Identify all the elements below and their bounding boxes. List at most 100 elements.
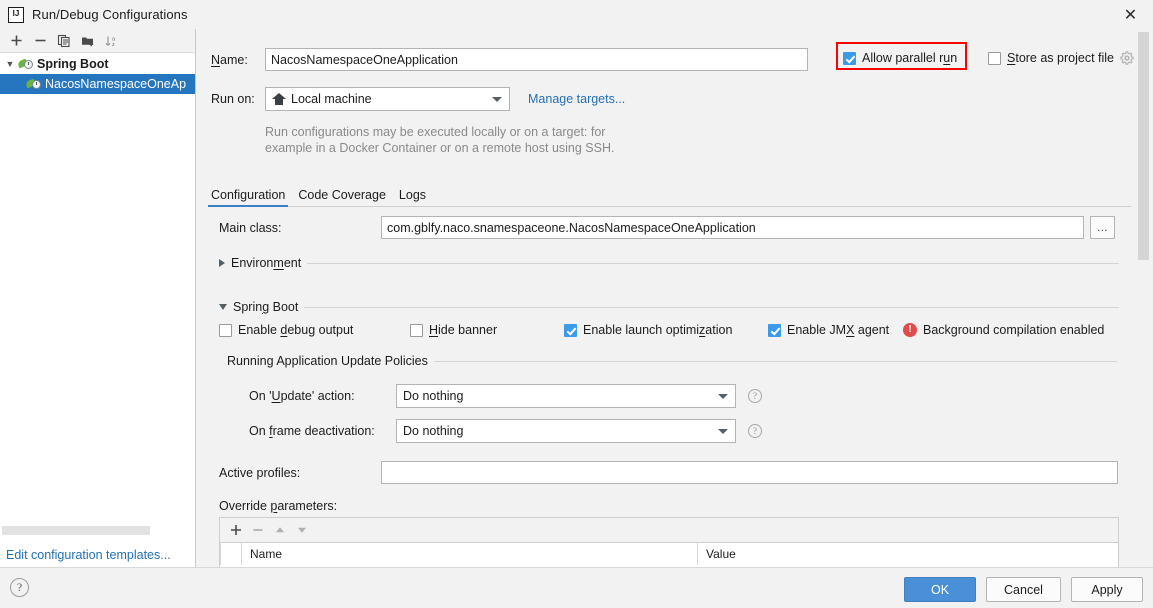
- gear-icon[interactable]: [1120, 51, 1134, 65]
- tree-group-spring-boot[interactable]: ▼ Spring Boot: [0, 54, 195, 74]
- tab-configuration[interactable]: Configuration: [207, 188, 289, 207]
- dialog-footer: ? OK Cancel Apply: [0, 567, 1153, 608]
- enable-jmx-agent-checkbox[interactable]: Enable JMX agent: [768, 323, 889, 337]
- run-on-hint-line-2: example in a Docker Container or on a re…: [265, 141, 615, 155]
- table-gutter: [221, 543, 241, 565]
- enable-launch-optimization-label: Enable launch optimization: [583, 323, 733, 337]
- enable-jmx-agent-checkbox-box[interactable]: [768, 323, 781, 337]
- background-compilation-status: Background compilation enabled: [903, 322, 1105, 337]
- name-input[interactable]: NacosNamespaceOneApplication: [265, 48, 808, 71]
- chevron-down-icon[interactable]: ▼: [2, 56, 18, 72]
- cancel-button[interactable]: Cancel: [986, 577, 1061, 602]
- tree-item-nacos-namespace-one[interactable]: NacosNamespaceOneAp: [0, 74, 195, 94]
- table-column-value[interactable]: Value: [698, 543, 1118, 565]
- ok-button[interactable]: OK: [904, 577, 976, 602]
- enable-launch-optimization-checkbox[interactable]: Enable launch optimization: [564, 323, 732, 337]
- on-update-action-row: On 'Update' action: Do nothing ?: [249, 384, 762, 408]
- active-profiles-input[interactable]: [381, 461, 1118, 484]
- run-on-row: Run on: Local machine Manage targets...: [211, 87, 625, 111]
- on-frame-deactivation-help-icon[interactable]: ?: [748, 424, 762, 438]
- section-divider: [433, 360, 1117, 362]
- run-on-hint-line-1: Run configurations may be executed local…: [265, 125, 606, 139]
- override-parameters-table: Name Value: [219, 542, 1119, 570]
- svg-text:z: z: [112, 42, 115, 48]
- title-bar: Run/Debug Configurations ✕: [0, 0, 1153, 29]
- remove-parameter-button[interactable]: [248, 520, 268, 540]
- background-compilation-label: Background compilation enabled: [923, 323, 1105, 337]
- hide-banner-label: Hide banner: [429, 323, 498, 337]
- error-icon: [903, 322, 917, 337]
- move-parameter-down-button[interactable]: [292, 520, 312, 540]
- on-frame-deactivation-dropdown[interactable]: Do nothing: [396, 419, 736, 443]
- close-icon[interactable]: ✕: [1108, 0, 1153, 29]
- run-on-value: Local machine: [291, 92, 372, 106]
- enable-debug-output-checkbox[interactable]: Enable debug output: [219, 323, 353, 337]
- hide-banner-checkbox[interactable]: Hide banner: [410, 323, 497, 337]
- dialog-title: Run/Debug Configurations: [32, 7, 188, 22]
- active-profiles-label: Active profiles:: [219, 465, 301, 480]
- help-icon[interactable]: ?: [10, 578, 29, 597]
- run-on-label: Run on:: [211, 92, 255, 106]
- chevron-right-icon[interactable]: [219, 259, 225, 267]
- allow-parallel-run-highlight: [836, 42, 967, 70]
- on-update-action-value: Do nothing: [403, 389, 464, 403]
- main-class-input[interactable]: com.gblfy.naco.snamespaceone.NacosNamesp…: [381, 216, 1084, 239]
- chevron-down-icon[interactable]: [718, 394, 728, 399]
- hide-banner-checkbox-box[interactable]: [410, 323, 423, 337]
- home-icon: [272, 92, 286, 106]
- name-row: Name: NacosNamespaceOneApplication: [211, 48, 808, 71]
- move-parameter-up-button[interactable]: [270, 520, 290, 540]
- remove-configuration-button[interactable]: [28, 30, 52, 52]
- spring-boot-section-label: Spring Boot: [233, 300, 299, 314]
- store-as-project-file-label: Store as project file: [1007, 51, 1115, 65]
- table-column-name[interactable]: Name: [242, 543, 697, 565]
- store-as-project-file-checkbox[interactable]: Store as project file: [988, 51, 1134, 65]
- main-class-browse-button[interactable]: ...: [1090, 216, 1115, 239]
- tree-group-label: Spring Boot: [37, 57, 109, 71]
- spring-boot-icon: [25, 76, 42, 92]
- copy-configuration-button[interactable]: [52, 30, 76, 52]
- configurations-sidebar: a z ▼ Spring Boot NacosNamespaceOneAp Ed…: [0, 29, 196, 567]
- on-update-action-help-icon[interactable]: ?: [748, 389, 762, 403]
- environment-section-header[interactable]: Environment: [219, 256, 1119, 270]
- edit-configuration-templates-link[interactable]: Edit configuration templates...: [6, 548, 171, 562]
- override-parameters-label: Override parameters:: [219, 499, 338, 513]
- configuration-tabs: Configuration Code Coverage Logs: [207, 181, 426, 207]
- run-on-dropdown[interactable]: Local machine: [265, 87, 510, 111]
- active-profiles-row: Active profiles:: [219, 461, 1118, 484]
- tree-item-label: NacosNamespaceOneAp: [45, 77, 187, 91]
- environment-section-label: Environment: [231, 256, 302, 270]
- section-divider: [304, 306, 1119, 308]
- store-as-project-file-checkbox-box[interactable]: [988, 51, 1001, 65]
- tab-code-coverage[interactable]: Code Coverage: [298, 188, 386, 207]
- enable-launch-optimization-checkbox-box[interactable]: [564, 323, 577, 337]
- chevron-down-icon[interactable]: [219, 304, 227, 310]
- tab-logs[interactable]: Logs: [399, 188, 426, 207]
- add-configuration-button[interactable]: [4, 30, 28, 52]
- on-update-action-dropdown[interactable]: Do nothing: [396, 384, 736, 408]
- save-configuration-button[interactable]: [76, 30, 100, 52]
- enable-jmx-agent-label: Enable JMX agent: [787, 323, 890, 337]
- on-update-action-label: On 'Update' action:: [249, 389, 355, 403]
- chevron-down-icon[interactable]: [492, 97, 502, 102]
- spring-boot-section-header[interactable]: Spring Boot: [219, 300, 1119, 314]
- main-class-row: Main class: com.gblfy.naco.snamespaceone…: [219, 216, 1115, 239]
- chevron-down-icon[interactable]: [718, 429, 728, 434]
- section-divider: [307, 262, 1119, 264]
- sort-configurations-button[interactable]: a z: [100, 30, 124, 52]
- add-parameter-button[interactable]: [226, 520, 246, 540]
- intellij-idea-icon: [8, 6, 24, 23]
- content-scrollbar-thumb[interactable]: [1138, 32, 1149, 260]
- sidebar-horizontal-scrollbar[interactable]: [2, 526, 150, 535]
- configurations-tree: ▼ Spring Boot NacosNamespaceOneAp: [0, 53, 195, 94]
- name-label: Name:: [211, 52, 248, 67]
- configuration-content-panel: Name: NacosNamespaceOneApplication Allow…: [197, 29, 1153, 570]
- sidebar-toolbar: a z: [0, 29, 195, 53]
- on-frame-deactivation-value: Do nothing: [403, 424, 464, 438]
- enable-debug-output-label: Enable debug output: [238, 323, 354, 337]
- run-debug-configurations-dialog: Run/Debug Configurations ✕: [0, 0, 1153, 608]
- update-policies-header: Running Application Update Policies: [227, 354, 1117, 368]
- enable-debug-output-checkbox-box[interactable]: [219, 323, 232, 337]
- apply-button[interactable]: Apply: [1071, 577, 1143, 602]
- manage-targets-link[interactable]: Manage targets...: [528, 92, 625, 106]
